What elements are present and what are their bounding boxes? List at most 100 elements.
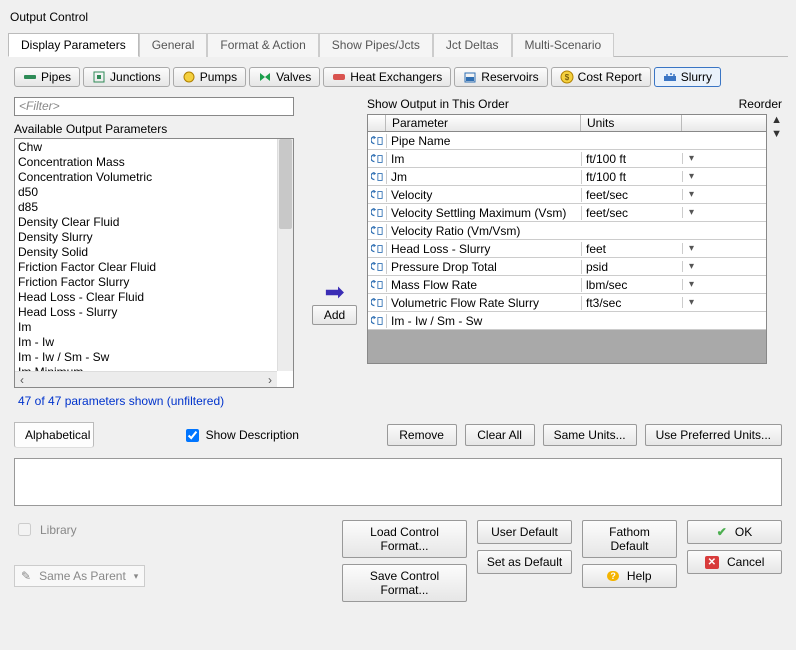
list-item[interactable]: Chw — [18, 140, 274, 155]
set-as-default-button[interactable]: Set as Default — [477, 550, 572, 574]
table-row[interactable]: Velocity Ratio (Vm/Vsm) — [368, 222, 766, 240]
cat-reservoirs[interactable]: Reservoirs — [454, 67, 547, 87]
row-icon — [368, 171, 386, 183]
list-item[interactable]: Density Slurry — [18, 230, 274, 245]
ok-button[interactable]: ✔OK — [687, 520, 782, 544]
units-dropdown[interactable]: ▾ — [682, 279, 700, 290]
move-up-button[interactable]: ▲ — [771, 114, 782, 126]
junctions-icon — [92, 70, 106, 84]
units-dropdown[interactable]: ▾ — [682, 189, 700, 200]
cat-cost-report[interactable]: $Cost Report — [551, 67, 651, 87]
list-item[interactable]: Concentration Mass — [18, 155, 274, 170]
show-description-checkbox[interactable] — [186, 429, 199, 442]
show-description-label: Show Description — [206, 428, 299, 442]
tab-show-pipes-jcts[interactable]: Show Pipes/Jcts — [319, 33, 433, 57]
header-parameter[interactable]: Parameter — [386, 115, 581, 131]
cat-valves[interactable]: Valves — [249, 67, 320, 87]
tab-format-action[interactable]: Format & Action — [207, 33, 318, 57]
cat-junctions[interactable]: Junctions — [83, 67, 170, 87]
units-dropdown[interactable]: ▾ — [682, 243, 700, 254]
list-item[interactable]: Density Clear Fluid — [18, 215, 274, 230]
move-down-button[interactable]: ▼ — [771, 128, 782, 140]
list-item[interactable]: d50 — [18, 185, 274, 200]
table-row[interactable]: Im - Iw / Sm - Sw — [368, 312, 766, 330]
row-icon — [368, 297, 386, 309]
table-row[interactable]: Jmft/100 ft▾ — [368, 168, 766, 186]
add-column: ➡ Add — [312, 192, 357, 414]
cell-units: feet — [581, 242, 682, 256]
list-item[interactable]: Head Loss - Clear Fluid — [18, 290, 274, 305]
header-units[interactable]: Units — [581, 115, 682, 131]
add-button[interactable]: Add — [312, 305, 357, 325]
table-row[interactable]: Head Loss - Slurryfeet▾ — [368, 240, 766, 258]
right-panel: Show Output in This Order Reorder Parame… — [367, 97, 782, 414]
library-label: Library — [40, 523, 77, 537]
cancel-button[interactable]: ✕Cancel — [687, 550, 782, 574]
chevron-down-icon: ▾ — [689, 153, 694, 164]
clear-all-button[interactable]: Clear All — [465, 424, 535, 446]
table-row[interactable]: Mass Flow Ratelbm/sec▾ — [368, 276, 766, 294]
output-table: Parameter Units Pipe NameImft/100 ft▾Jmf… — [367, 114, 767, 364]
table-row[interactable]: Velocityfeet/sec▾ — [368, 186, 766, 204]
list-item[interactable]: Concentration Volumetric — [18, 170, 274, 185]
cat-pipes[interactable]: Pipes — [14, 67, 80, 87]
units-dropdown[interactable]: ▾ — [682, 207, 700, 218]
horizontal-scrollbar[interactable]: ‹› — [15, 371, 277, 387]
chevron-down-icon: ▾ — [689, 279, 694, 290]
alphabetical-tab[interactable]: Alphabetical — [14, 422, 94, 448]
units-dropdown[interactable]: ▾ — [682, 261, 700, 272]
close-icon: ✕ — [705, 556, 719, 569]
table-row[interactable]: Pipe Name — [368, 132, 766, 150]
tab-display-parameters[interactable]: Display Parameters — [8, 33, 139, 57]
cat-slurry[interactable]: Slurry — [654, 67, 721, 87]
fathom-default-button[interactable]: Fathom Default — [582, 520, 677, 558]
help-button[interactable]: ?Help — [582, 564, 677, 588]
table-header: Parameter Units — [368, 115, 766, 132]
parameter-count: 47 of 47 parameters shown (unfiltered) — [18, 394, 298, 408]
use-preferred-units-button[interactable]: Use Preferred Units... — [645, 424, 782, 446]
table-row[interactable]: Imft/100 ft▾ — [368, 150, 766, 168]
arrow-right-icon: ➡ — [324, 281, 344, 305]
table-row[interactable]: Volumetric Flow Rate Slurryft3/sec▾ — [368, 294, 766, 312]
list-item[interactable]: Density Solid — [18, 245, 274, 260]
row-icon — [368, 315, 386, 327]
list-item[interactable]: Im — [18, 320, 274, 335]
reservoirs-icon — [463, 70, 477, 84]
list-item[interactable]: Im - Iw / Sm - Sw — [18, 350, 274, 365]
reorder-controls: ▲ ▼ — [771, 114, 782, 364]
list-item[interactable]: Head Loss - Slurry — [18, 305, 274, 320]
table-row[interactable]: Velocity Settling Maximum (Vsm)feet/sec▾ — [368, 204, 766, 222]
cell-units: lbm/sec — [581, 278, 682, 292]
units-dropdown[interactable]: ▾ — [682, 297, 700, 308]
user-default-button[interactable]: User Default — [477, 520, 572, 544]
list-item[interactable]: Friction Factor Slurry — [18, 275, 274, 290]
same-as-parent-dropdown[interactable]: ✎ Same As Parent ▾ — [14, 565, 145, 587]
table-row[interactable]: Pressure Drop Totalpsid▾ — [368, 258, 766, 276]
tab-general[interactable]: General — [139, 33, 208, 57]
same-units-button[interactable]: Same Units... — [543, 424, 637, 446]
slurry-icon — [663, 70, 677, 84]
load-control-format-button[interactable]: Load Control Format... — [342, 520, 467, 558]
list-item[interactable]: Im - Iw — [18, 335, 274, 350]
list-item[interactable]: Friction Factor Clear Fluid — [18, 260, 274, 275]
chevron-down-icon: ▾ — [134, 571, 139, 582]
vertical-scrollbar[interactable] — [277, 139, 293, 371]
cell-parameter: Velocity Settling Maximum (Vsm) — [386, 206, 581, 220]
list-item[interactable]: d85 — [18, 200, 274, 215]
reorder-label: Reorder — [739, 97, 782, 111]
cell-parameter: Velocity Ratio (Vm/Vsm) — [386, 224, 581, 238]
save-control-format-button[interactable]: Save Control Format... — [342, 564, 467, 602]
cat-heat-exchangers[interactable]: Heat Exchangers — [323, 67, 451, 87]
units-dropdown[interactable]: ▾ — [682, 171, 700, 182]
chevron-down-icon: ▾ — [689, 261, 694, 272]
tab-multi-scenario[interactable]: Multi-Scenario — [512, 33, 615, 57]
cell-units: ft/100 ft — [581, 170, 682, 184]
units-dropdown[interactable]: ▾ — [682, 153, 700, 164]
available-list[interactable]: ChwConcentration MassConcentration Volum… — [14, 138, 294, 388]
row-icon — [368, 261, 386, 273]
cat-pumps[interactable]: Pumps — [173, 67, 246, 87]
tab-bar: Display Parameters General Format & Acti… — [8, 32, 788, 57]
remove-button[interactable]: Remove — [387, 424, 457, 446]
tab-jct-deltas[interactable]: Jct Deltas — [433, 33, 512, 57]
filter-input[interactable]: <Filter> — [14, 97, 294, 116]
